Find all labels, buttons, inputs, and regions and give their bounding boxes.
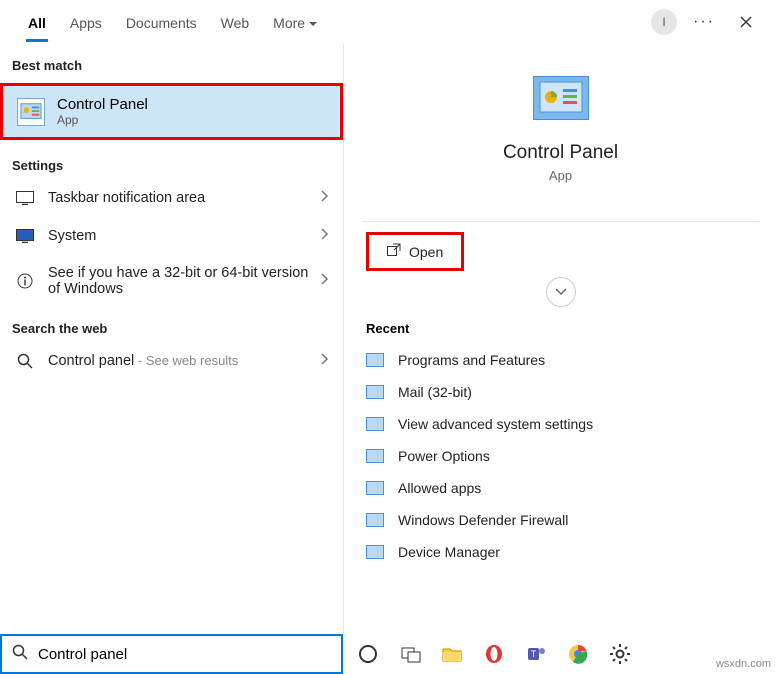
user-avatar[interactable]: I <box>651 9 677 35</box>
chevron-right-icon <box>321 352 329 370</box>
panel-icon <box>366 353 384 367</box>
web-header: Search the web <box>0 307 343 342</box>
panel-icon <box>366 545 384 559</box>
teams-icon[interactable]: T <box>525 643 547 665</box>
svg-text:T: T <box>531 649 537 659</box>
info-icon <box>14 273 36 289</box>
close-icon[interactable] <box>731 7 761 37</box>
search-tabs: All Apps Documents Web More I ··· <box>0 0 777 44</box>
tab-web[interactable]: Web <box>209 3 262 41</box>
panel-icon <box>366 385 384 399</box>
taskview-icon[interactable] <box>399 643 421 665</box>
settings-item-system[interactable]: System <box>0 217 343 255</box>
file-explorer-icon[interactable] <box>441 643 463 665</box>
recent-header: Recent <box>366 321 755 336</box>
settings-item-label: Taskbar notification area <box>48 190 309 206</box>
settings-item-label: System <box>48 228 309 244</box>
recent-item[interactable]: View advanced system settings <box>362 408 759 440</box>
monitor-icon <box>14 229 36 243</box>
best-match-title: Control Panel <box>57 96 148 113</box>
open-button[interactable]: Open <box>366 232 464 271</box>
panel-icon <box>366 449 384 463</box>
search-input[interactable] <box>38 646 331 663</box>
settings-gear-icon[interactable] <box>609 643 631 665</box>
cortana-icon[interactable] <box>357 643 379 665</box>
recent-item[interactable]: Programs and Features <box>362 344 759 376</box>
detail-subtitle: App <box>549 168 572 183</box>
open-icon <box>387 243 401 260</box>
best-match-result[interactable]: Control Panel App <box>0 83 343 140</box>
watermark: wsxdn.com <box>716 658 771 670</box>
panel-icon <box>366 513 384 527</box>
tab-apps[interactable]: Apps <box>58 3 114 41</box>
best-match-subtitle: App <box>57 113 148 127</box>
chevron-right-icon <box>321 227 329 245</box>
recent-item[interactable]: Allowed apps <box>362 472 759 504</box>
open-label: Open <box>409 244 443 260</box>
recent-item[interactable]: Power Options <box>362 440 759 472</box>
best-match-header: Best match <box>0 44 343 79</box>
recent-item[interactable]: Mail (32-bit) <box>362 376 759 408</box>
control-panel-large-icon <box>533 76 589 120</box>
chevron-right-icon <box>321 189 329 207</box>
control-panel-icon <box>17 98 45 126</box>
settings-item-label: See if you have a 32-bit or 64-bit versi… <box>48 265 309 297</box>
taskbar: T <box>343 634 777 674</box>
monitor-icon <box>14 191 36 205</box>
chevron-right-icon <box>321 272 329 290</box>
settings-item-bitversion[interactable]: See if you have a 32-bit or 64-bit versi… <box>0 255 343 307</box>
detail-title: Control Panel <box>503 142 618 164</box>
settings-header: Settings <box>0 144 343 179</box>
tab-more[interactable]: More <box>261 3 329 41</box>
tab-all[interactable]: All <box>16 3 58 41</box>
panel-icon <box>366 417 384 431</box>
detail-pane: Control Panel App Open Recent Programs a… <box>343 44 777 634</box>
web-result[interactable]: Control panel - See web results <box>0 342 343 380</box>
recent-item[interactable]: Device Manager <box>362 536 759 568</box>
search-icon <box>12 644 28 665</box>
results-pane: Best match Control Panel App Settings Ta… <box>0 44 343 634</box>
search-bar[interactable] <box>0 634 343 674</box>
panel-icon <box>366 481 384 495</box>
web-result-label: Control panel - See web results <box>48 353 309 369</box>
opera-icon[interactable] <box>483 643 505 665</box>
search-icon <box>14 353 36 369</box>
tab-documents[interactable]: Documents <box>114 3 209 41</box>
chrome-icon[interactable] <box>567 643 589 665</box>
expand-button[interactable] <box>546 277 576 307</box>
more-options-icon[interactable]: ··· <box>689 7 719 37</box>
settings-item-taskbar-notification[interactable]: Taskbar notification area <box>0 179 343 217</box>
recent-item[interactable]: Windows Defender Firewall <box>362 504 759 536</box>
